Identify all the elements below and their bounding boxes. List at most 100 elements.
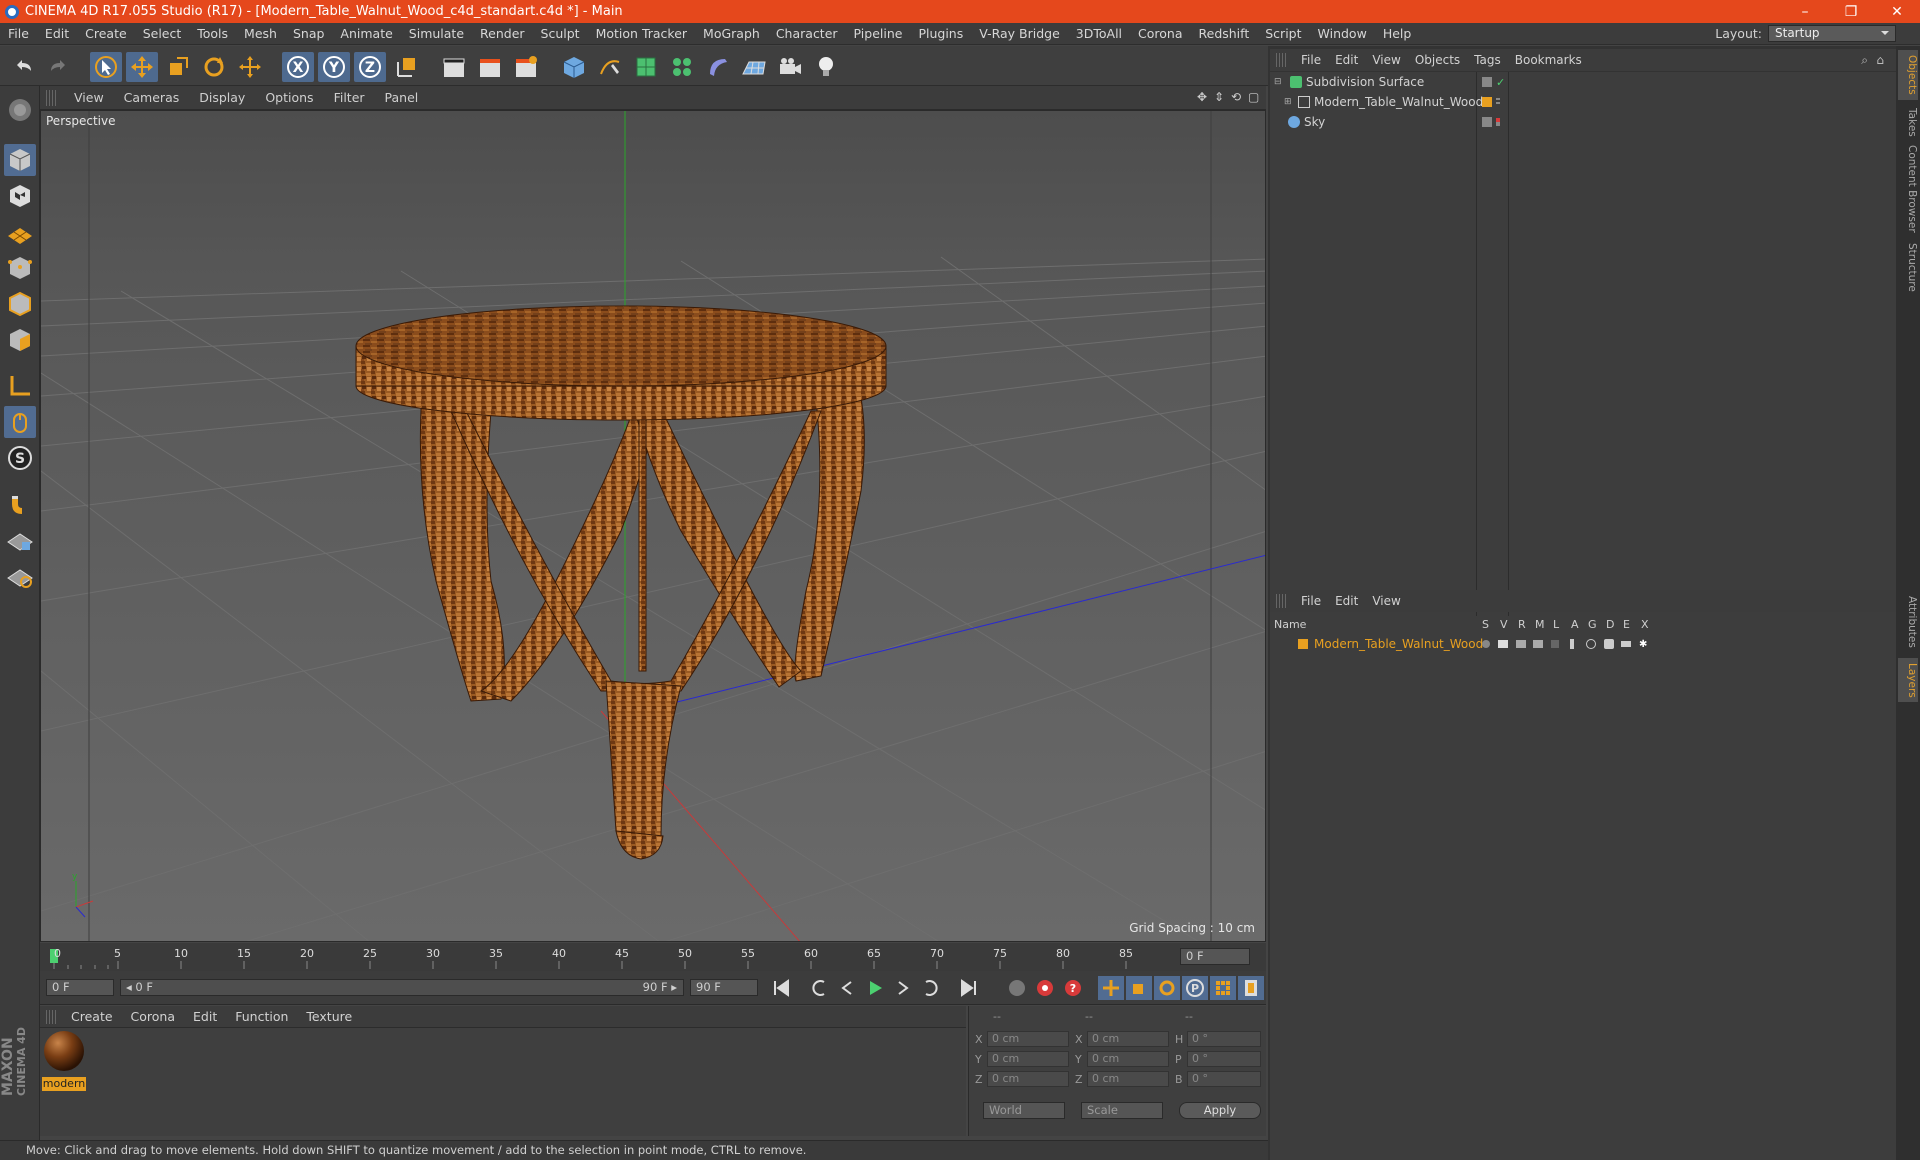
- object-row-modern-table[interactable]: ⊞ Modern_Table_Walnut_Wood: [1270, 92, 1898, 112]
- material-menu-create[interactable]: Create: [62, 1009, 122, 1024]
- timeline-ruler[interactable]: 0 5 10 15 20 25 30 35 40 45 50 55 60 65 …: [40, 943, 1266, 971]
- enable-snap-button[interactable]: [4, 488, 36, 520]
- layer-color-icon[interactable]: [1298, 639, 1308, 649]
- viewport-menu-panel[interactable]: Panel: [375, 90, 429, 105]
- menu-script[interactable]: Script: [1257, 26, 1309, 41]
- layers-menu-file[interactable]: File: [1294, 594, 1328, 608]
- viewport-menu-display[interactable]: Display: [189, 90, 255, 105]
- previous-key-button[interactable]: [806, 976, 832, 1000]
- play-button[interactable]: [862, 976, 888, 1000]
- generator-icon[interactable]: [1586, 639, 1596, 649]
- animation-icon[interactable]: [1570, 639, 1574, 649]
- home-icon[interactable]: ⌂: [1876, 53, 1884, 67]
- expression-icon[interactable]: [1621, 641, 1631, 647]
- rotation-p-field[interactable]: 0 °: [1187, 1051, 1261, 1067]
- undo-button[interactable]: [8, 52, 40, 82]
- make-editable-button[interactable]: [4, 94, 36, 126]
- menu-3dtoall[interactable]: 3DToAll: [1068, 26, 1130, 41]
- workplane-lock-button[interactable]: [4, 524, 36, 556]
- deformer-icon[interactable]: [1604, 639, 1614, 649]
- position-y-field[interactable]: 0 cm: [987, 1051, 1069, 1067]
- menu-sculpt[interactable]: Sculpt: [533, 26, 588, 41]
- panel-grip[interactable]: [1276, 594, 1286, 608]
- subdivision-surface-button[interactable]: [630, 52, 662, 82]
- key-pla-button[interactable]: [1210, 976, 1236, 1000]
- editor-visibility-icon[interactable]: [1482, 77, 1492, 87]
- panel-grip[interactable]: [46, 1009, 56, 1024]
- render-icon[interactable]: [1516, 640, 1526, 648]
- enabled-check-icon[interactable]: ✓: [1496, 76, 1505, 89]
- close-button[interactable]: ✕: [1874, 0, 1920, 23]
- transform-tool[interactable]: [234, 52, 266, 82]
- tab-layers[interactable]: Layers: [1898, 658, 1918, 702]
- menu-render[interactable]: Render: [472, 26, 533, 41]
- tab-takes[interactable]: Takes: [1898, 104, 1918, 140]
- material-menu-texture[interactable]: Texture: [297, 1009, 361, 1024]
- y-axis-lock[interactable]: Y: [318, 52, 350, 82]
- viewport-menu-cameras[interactable]: Cameras: [114, 90, 190, 105]
- menu-create[interactable]: Create: [77, 26, 135, 41]
- menu-vray-bridge[interactable]: V-Ray Bridge: [971, 26, 1068, 41]
- menu-redshift[interactable]: Redshift: [1191, 26, 1258, 41]
- render-view-button[interactable]: [438, 52, 470, 82]
- panel-grip[interactable]: [1276, 53, 1286, 67]
- timeline-button[interactable]: [1238, 976, 1264, 1000]
- visibility-dots-icon[interactable]: [1496, 118, 1500, 126]
- end-frame-field[interactable]: 90 F: [690, 979, 758, 996]
- position-x-field[interactable]: 0 cm: [987, 1031, 1069, 1047]
- tab-content-browser[interactable]: Content Browser: [1898, 144, 1918, 234]
- menu-help[interactable]: Help: [1375, 26, 1420, 41]
- object-row-sky[interactable]: Sky: [1270, 112, 1898, 132]
- layer-color-icon[interactable]: [1482, 97, 1492, 107]
- key-parameter-button[interactable]: P: [1182, 976, 1208, 1000]
- coordinate-space-select[interactable]: World: [983, 1102, 1065, 1119]
- tab-structure[interactable]: Structure: [1898, 238, 1918, 296]
- viewport-maximize-icon[interactable]: ▢: [1248, 90, 1260, 104]
- menu-snap[interactable]: Snap: [285, 26, 332, 41]
- panel-grip[interactable]: [46, 89, 56, 106]
- tab-objects[interactable]: Objects: [1898, 50, 1918, 100]
- frame-range-slider[interactable]: ◂ 0 F 90 F ▸: [120, 979, 684, 996]
- deformer-button[interactable]: [702, 52, 734, 82]
- menu-window[interactable]: Window: [1310, 26, 1375, 41]
- pen-spline-button[interactable]: [594, 52, 626, 82]
- floor-button[interactable]: [738, 52, 770, 82]
- edit-render-settings-button[interactable]: [510, 52, 542, 82]
- camera-button[interactable]: [774, 52, 806, 82]
- key-scale-button[interactable]: [1126, 976, 1152, 1000]
- menu-file[interactable]: File: [0, 26, 37, 41]
- maximize-button[interactable]: ❐: [1828, 0, 1874, 23]
- viewport-menu-filter[interactable]: Filter: [324, 90, 375, 105]
- next-key-button[interactable]: [918, 976, 944, 1000]
- rotate-tool[interactable]: [198, 52, 230, 82]
- live-selection-tool[interactable]: [90, 52, 122, 82]
- position-z-field[interactable]: 0 cm: [987, 1071, 1069, 1087]
- edges-mode-button[interactable]: [4, 288, 36, 320]
- object-row-subdivision-surface[interactable]: ⊟ Subdivision Surface ✓: [1270, 72, 1898, 92]
- record-keys-button[interactable]: [1004, 976, 1030, 1000]
- material-menu-function[interactable]: Function: [226, 1009, 297, 1024]
- menu-plugins[interactable]: Plugins: [910, 26, 971, 41]
- layer-row-modern-table[interactable]: Modern_Table_Walnut_Wood ✱: [1270, 634, 1898, 654]
- menu-simulate[interactable]: Simulate: [401, 26, 472, 41]
- light-button[interactable]: [810, 52, 842, 82]
- go-to-start-button[interactable]: [768, 976, 794, 1000]
- axis-mode-button[interactable]: [4, 370, 36, 402]
- cube-primitive-button[interactable]: [558, 52, 590, 82]
- viewport-menu-view[interactable]: View: [64, 90, 114, 105]
- menu-pipeline[interactable]: Pipeline: [846, 26, 911, 41]
- objects-menu-view[interactable]: View: [1365, 53, 1407, 67]
- menu-select[interactable]: Select: [135, 26, 190, 41]
- 3d-viewport[interactable]: y Perspective Grid Spacing : 10 cm: [40, 110, 1266, 942]
- objects-menu-tags[interactable]: Tags: [1467, 53, 1508, 67]
- menu-corona[interactable]: Corona: [1130, 26, 1190, 41]
- layout-select[interactable]: Startup: [1768, 25, 1896, 42]
- collapse-icon[interactable]: ⊟: [1274, 77, 1284, 87]
- visibility-dots-icon[interactable]: [1496, 98, 1500, 106]
- rotation-h-field[interactable]: 0 °: [1187, 1031, 1261, 1047]
- menu-motion-tracker[interactable]: Motion Tracker: [588, 26, 695, 41]
- lock-icon[interactable]: [1551, 640, 1559, 648]
- xref-icon[interactable]: ✱: [1639, 639, 1647, 650]
- move-tool[interactable]: [126, 52, 158, 82]
- workplane-rotate-button[interactable]: [4, 560, 36, 592]
